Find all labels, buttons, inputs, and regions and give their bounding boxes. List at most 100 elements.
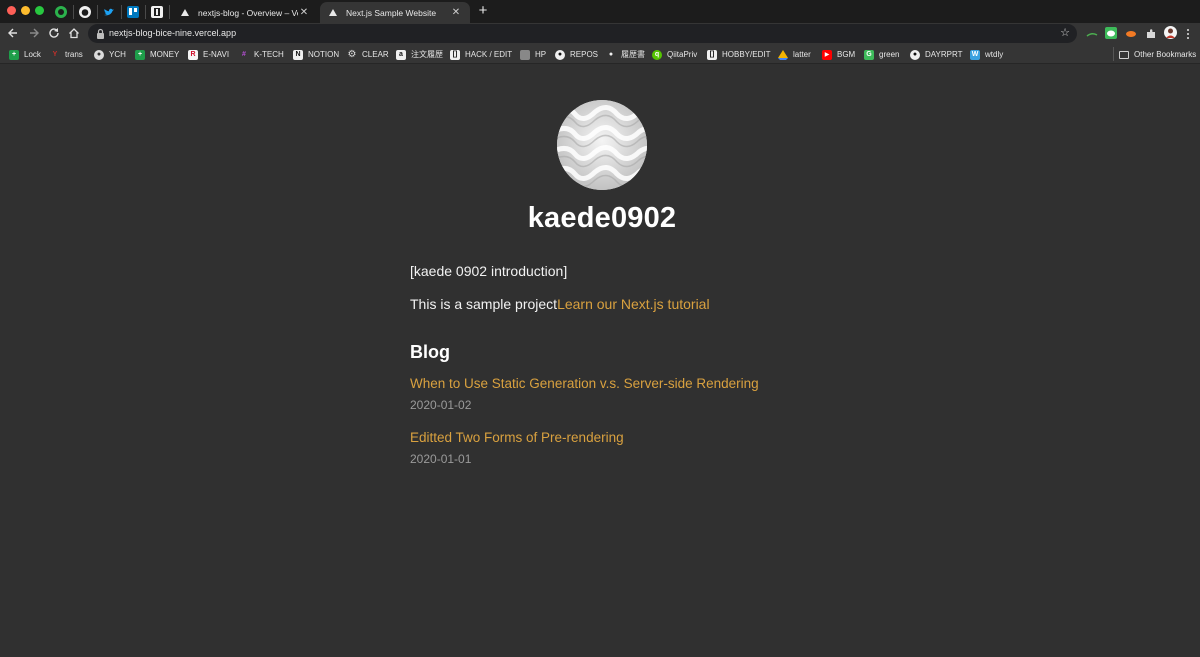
profile-avatar[interactable]: [1164, 26, 1177, 39]
bookmark-lock[interactable]: + Lock: [9, 48, 41, 61]
bookmark-hp[interactable]: HP: [520, 48, 546, 61]
bookmark-notion[interactable]: N NOTION: [293, 48, 339, 61]
reload-button[interactable]: [46, 25, 62, 41]
intro-text: [kaede 0902 introduction]: [410, 263, 568, 279]
github-icon: ●: [910, 49, 920, 60]
bookmark-green[interactable]: Ggreen: [864, 48, 899, 61]
extensions-button[interactable]: [1145, 27, 1157, 39]
pinned-tab-twitter[interactable]: [101, 4, 117, 20]
tab-nextjs-sample[interactable]: Next.js Sample Website ✕: [320, 2, 470, 23]
home-icon: [69, 28, 79, 39]
pinned-tab-github[interactable]: [77, 4, 93, 20]
pinned-separator: [73, 5, 74, 19]
pinned-tab-trello[interactable]: [125, 4, 141, 20]
other-bookmarks[interactable]: Other Bookmarks: [1119, 48, 1196, 61]
bookmarks-bar: + Lock Ytrans ● YCH + MONEY R E-NAVI # K-TECH…: [0, 44, 1200, 64]
bookmark-e-navi[interactable]: R E-NAVI: [188, 48, 229, 61]
arrow-left-icon: [8, 28, 17, 38]
tab-strip: nextjs-blog - Overview – Vercel ✕ Next.j…: [0, 0, 1200, 23]
kebab-menu-icon: [1187, 29, 1189, 39]
blog-post-date: 2020-01-01: [410, 452, 472, 466]
puzzle-icon: [1147, 29, 1155, 38]
reload-icon: [49, 28, 59, 38]
address-url[interactable]: nextjs-blog-bice-nine.vercel.app: [109, 28, 236, 38]
qiita-icon: q: [652, 49, 662, 60]
bookmark-hobby-edit[interactable]: [] HOBBY/EDIT: [707, 48, 770, 61]
menu-button[interactable]: [1185, 27, 1191, 39]
lock-icon: [97, 28, 104, 39]
blog-post-date: 2020-01-02: [410, 398, 472, 412]
bookmark-money[interactable]: + MONEY: [135, 48, 179, 61]
avatar-icon: [1166, 28, 1175, 38]
address-bar[interactable]: nextjs-blog-bice-nine.vercel.app ☆: [88, 24, 1077, 43]
gear-icon: ⚙: [347, 49, 357, 60]
extension-arrow[interactable]: [1086, 27, 1098, 39]
home-button[interactable]: [66, 25, 82, 41]
pinned-separator: [121, 5, 122, 19]
bookmark-resume[interactable]: ● 履歴書: [606, 48, 645, 61]
bulb-icon: ●: [608, 51, 614, 58]
tab-close-icon[interactable]: ✕: [450, 7, 462, 19]
line-icon: [1107, 30, 1115, 37]
bookmark-dayrprt[interactable]: ● DAYRPRT: [910, 48, 963, 61]
bookmark-hack-edit[interactable]: [] HACK / EDIT: [450, 48, 512, 61]
amazon-icon: a: [396, 49, 406, 60]
site-title: kaede0902: [527, 202, 677, 234]
tutorial-link[interactable]: Learn our Next.js tutorial: [557, 296, 710, 312]
bracket-icon: []: [707, 49, 717, 60]
bookmark-bgm[interactable]: ▶ BGM: [822, 48, 855, 61]
pinned-separator: [169, 5, 170, 19]
notion-icon: N: [293, 49, 303, 60]
bookmark-clear[interactable]: ⚙ CLEAR: [347, 48, 389, 61]
new-tab-button[interactable]: +: [476, 3, 490, 18]
fullscreen-window-button[interactable]: [35, 6, 44, 15]
back-button[interactable]: [5, 25, 21, 41]
bookmarks-separator: [1113, 47, 1114, 61]
extension-orange[interactable]: [1125, 27, 1137, 39]
bookmark-order-history[interactable]: a 注文履歴: [396, 48, 443, 61]
globe-icon: ●: [94, 49, 104, 60]
pinned-tab-feedly[interactable]: [53, 4, 69, 20]
tab-vercel-overview[interactable]: nextjs-blog - Overview – Vercel ✕: [172, 2, 318, 23]
browser-toolbar: nextjs-blog-bice-nine.vercel.app ☆: [0, 23, 1200, 44]
pinned-separator: [145, 5, 146, 19]
tab-title: nextjs-blog - Overview – Vercel: [198, 7, 298, 18]
vercel-icon: [328, 8, 338, 18]
bookmark-k-tech[interactable]: # K-TECH: [239, 48, 284, 61]
page-content: kaede0902 [kaede 0902 introduction] This…: [0, 65, 1200, 657]
blog-post-link[interactable]: When to Use Static Generation v.s. Serve…: [410, 376, 759, 391]
pinned-tab-hack[interactable]: [149, 4, 165, 20]
bookmark-ych[interactable]: ● YCH: [94, 48, 126, 61]
tab-close-icon[interactable]: ✕: [298, 7, 310, 19]
bookmark-repos[interactable]: ● REPOS: [555, 48, 598, 61]
folder-icon: [1119, 50, 1129, 59]
bookmark-trans[interactable]: Ytrans: [50, 48, 83, 61]
github-icon: [79, 6, 91, 18]
blog-heading: Blog: [410, 342, 450, 362]
w-icon: W: [970, 49, 980, 60]
bookmark-qiitapriv[interactable]: q QiitaPriv: [652, 48, 697, 61]
arrow-right-icon: [30, 28, 39, 38]
bookmark-star-icon[interactable]: ☆: [1060, 26, 1070, 39]
orange-fish-icon: [1126, 31, 1136, 37]
extension-line[interactable]: [1105, 27, 1117, 39]
blog-post-link[interactable]: Editted Two Forms of Pre-rendering: [410, 430, 624, 445]
green-arrow-icon: [1086, 32, 1098, 37]
forward-button[interactable]: [26, 25, 42, 41]
slack-icon: #: [242, 51, 246, 58]
trello-icon: [127, 6, 139, 18]
vercel-icon: [180, 8, 190, 18]
close-window-button[interactable]: [7, 6, 16, 15]
youtube-icon: ▶: [822, 49, 832, 60]
green-square-icon: +: [9, 49, 19, 60]
feedly-icon: [55, 6, 67, 18]
minimize-window-button[interactable]: [21, 6, 30, 15]
drive-icon: [778, 49, 788, 60]
page-icon: [520, 49, 530, 60]
bracket-icon: []: [450, 49, 460, 60]
bookmark-latter[interactable]: latter: [778, 48, 811, 61]
profile-avatar-image: [557, 100, 647, 190]
github-icon: ●: [555, 49, 565, 60]
sample-text: This is a sample project: [410, 296, 558, 312]
bookmark-wtdly[interactable]: Wwtdly: [970, 48, 1003, 61]
